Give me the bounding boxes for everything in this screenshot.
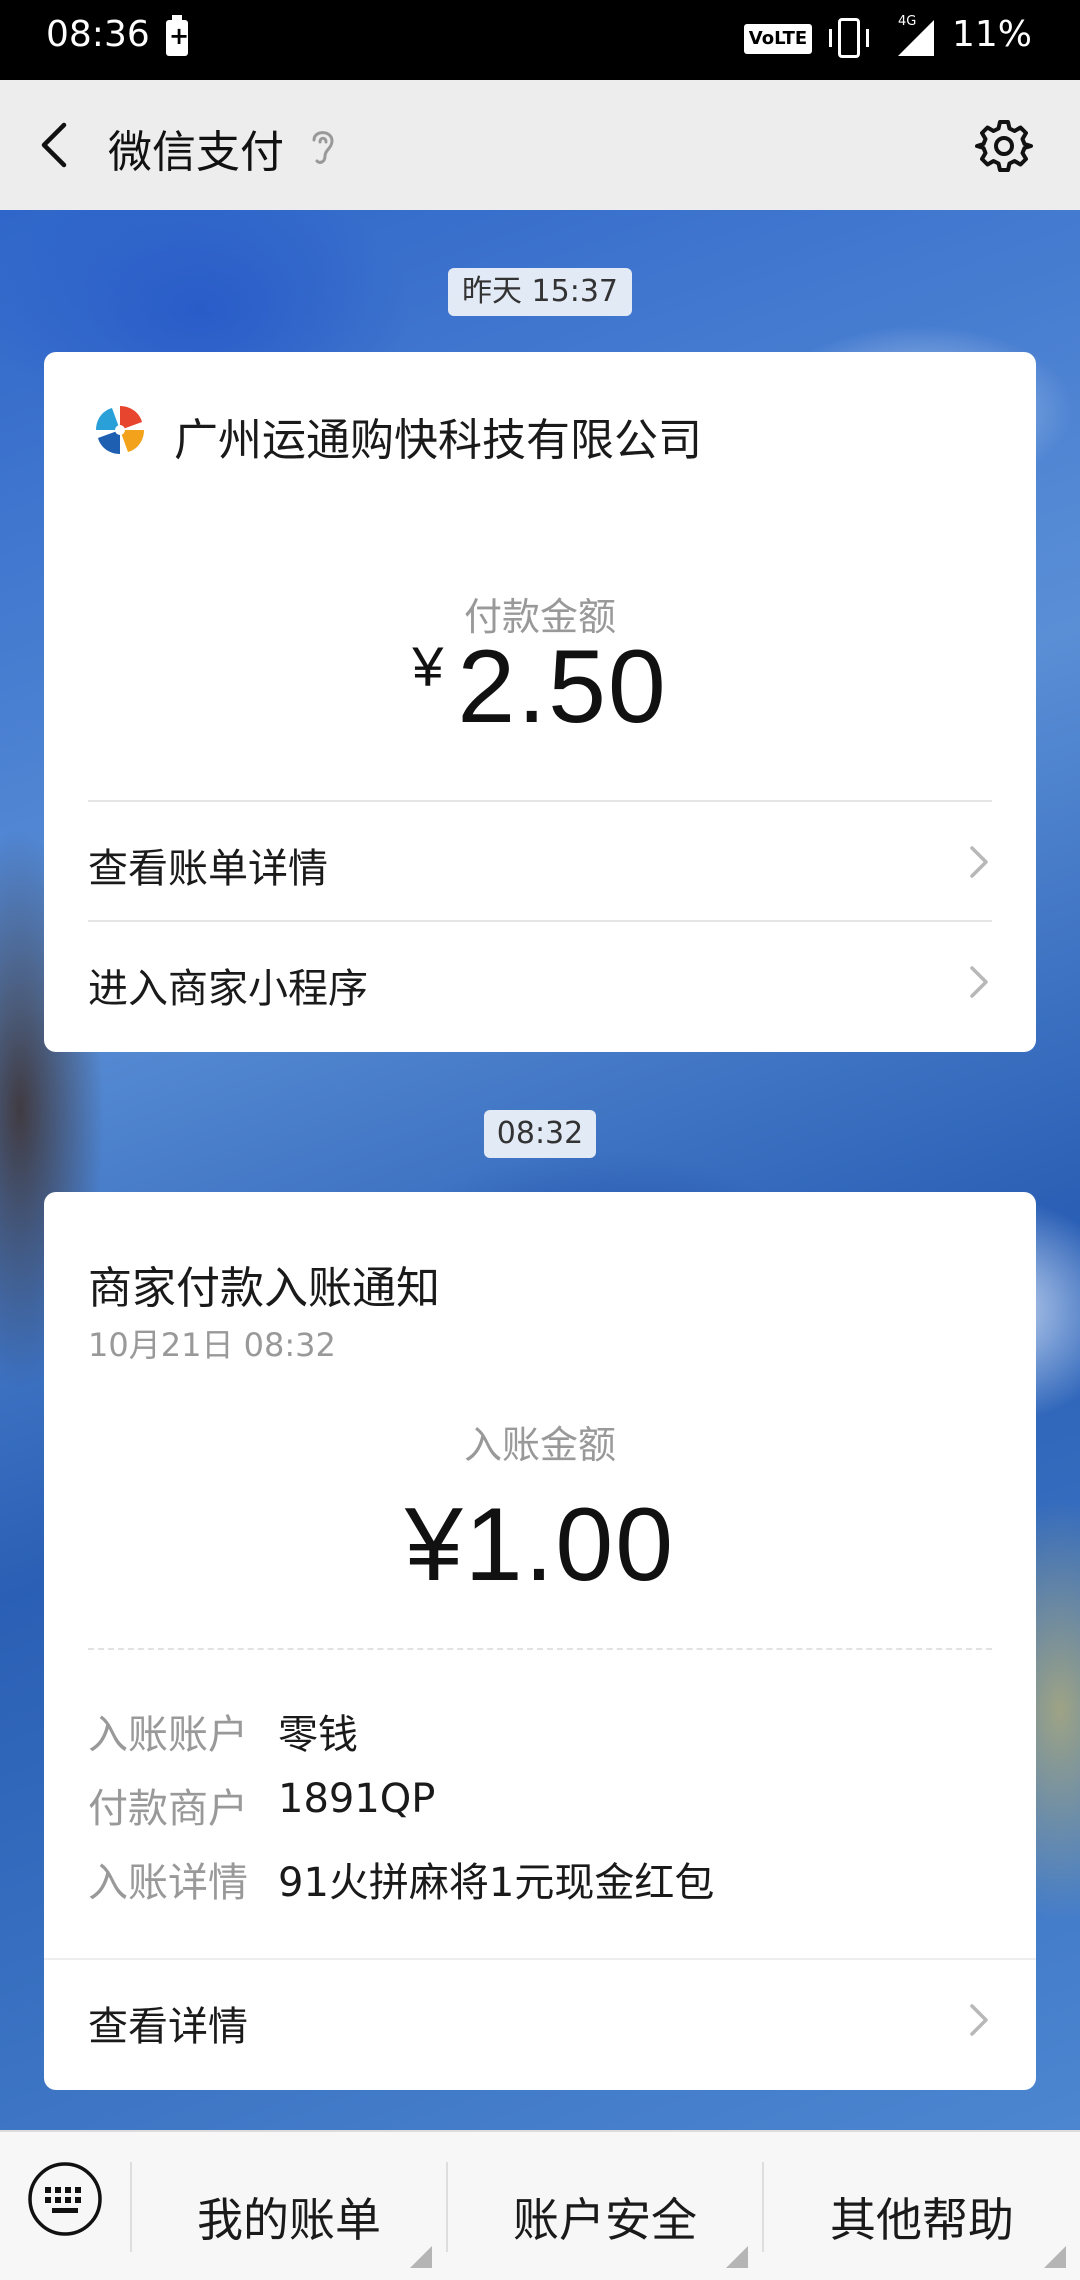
ear-icon[interactable] (306, 124, 340, 168)
menu-label: 我的账单 (197, 2193, 381, 2247)
status-time: 08:36 (46, 14, 150, 55)
notification-date: 10月21日 08:32 (88, 1326, 336, 1364)
menu-other-help[interactable]: 其他帮助 (764, 2132, 1080, 2280)
dashed-divider (88, 1648, 992, 1650)
status-bar: 08:36 VoLTE 4G 11% (0, 0, 1080, 80)
detail-value: 91火拼麻将1元现金红包 (278, 1860, 715, 1906)
menu-label: 其他帮助 (830, 2193, 1014, 2247)
merchant-name: 广州运通购快科技有限公司 (174, 415, 702, 466)
signal-icon (898, 20, 934, 56)
menu-account-security[interactable]: 账户安全 (448, 2132, 762, 2280)
volte-badge: VoLTE (744, 24, 812, 54)
back-icon[interactable] (30, 115, 90, 175)
income-notification-card: 商家付款入账通知 10月21日 08:32 入账金额 ¥1.00 入账账户 零钱… (44, 1192, 1036, 2090)
view-details-link[interactable]: 查看详情 (88, 1960, 992, 2078)
enter-mini-program-link[interactable]: 进入商家小程序 (88, 922, 992, 1040)
gear-icon[interactable] (974, 116, 1034, 176)
submenu-indicator (726, 2246, 748, 2268)
battery-percent: 11% (952, 14, 1033, 55)
chevron-right-icon (970, 966, 988, 998)
link-label: 进入商家小程序 (88, 966, 368, 1012)
amount-value: ¥2.50 (44, 628, 1036, 747)
view-bill-details-link[interactable]: 查看账单详情 (88, 802, 992, 920)
message-time: 昨天 15:37 (448, 268, 632, 316)
menu-my-bills[interactable]: 我的账单 (132, 2132, 446, 2280)
page-title: 微信支付 (108, 127, 284, 178)
link-label: 查看详情 (88, 2004, 248, 2050)
amount-label: 入账金额 (463, 1423, 616, 1467)
chevron-right-icon (970, 846, 988, 878)
submenu-indicator (1044, 2246, 1066, 2268)
detail-value: 零钱 (278, 1712, 358, 1758)
vibrate-icon (829, 18, 869, 58)
detail-key: 付款商户 (88, 1786, 248, 1832)
notification-title: 商家付款入账通知 (88, 1263, 440, 1314)
currency-symbol: ¥ (412, 635, 446, 698)
battery-charging-icon (166, 15, 189, 56)
keyboard-icon[interactable] (26, 2160, 104, 2238)
message-time: 08:32 (484, 1110, 596, 1158)
menu-label: 账户安全 (513, 2193, 697, 2247)
merchant-logo (96, 406, 144, 454)
chevron-right-icon (970, 2004, 988, 2036)
bottom-menu-bar: 我的账单 账户安全 其他帮助 (0, 2130, 1080, 2280)
detail-key: 入账账户 (88, 1712, 248, 1758)
amount-number: 2.50 (457, 629, 668, 745)
payment-card: 广州运通购快科技有限公司 付款金额 ¥2.50 查看账单详情 进入商家小程序 (44, 352, 1036, 1052)
link-label: 查看账单详情 (88, 846, 328, 892)
submenu-indicator (410, 2246, 432, 2268)
title-bar: 微信支付 (0, 80, 1080, 210)
detail-key: 入账详情 (88, 1860, 248, 1906)
detail-value: 1891QP (278, 1776, 436, 1822)
amount-value: ¥1.00 (404, 1487, 676, 1603)
